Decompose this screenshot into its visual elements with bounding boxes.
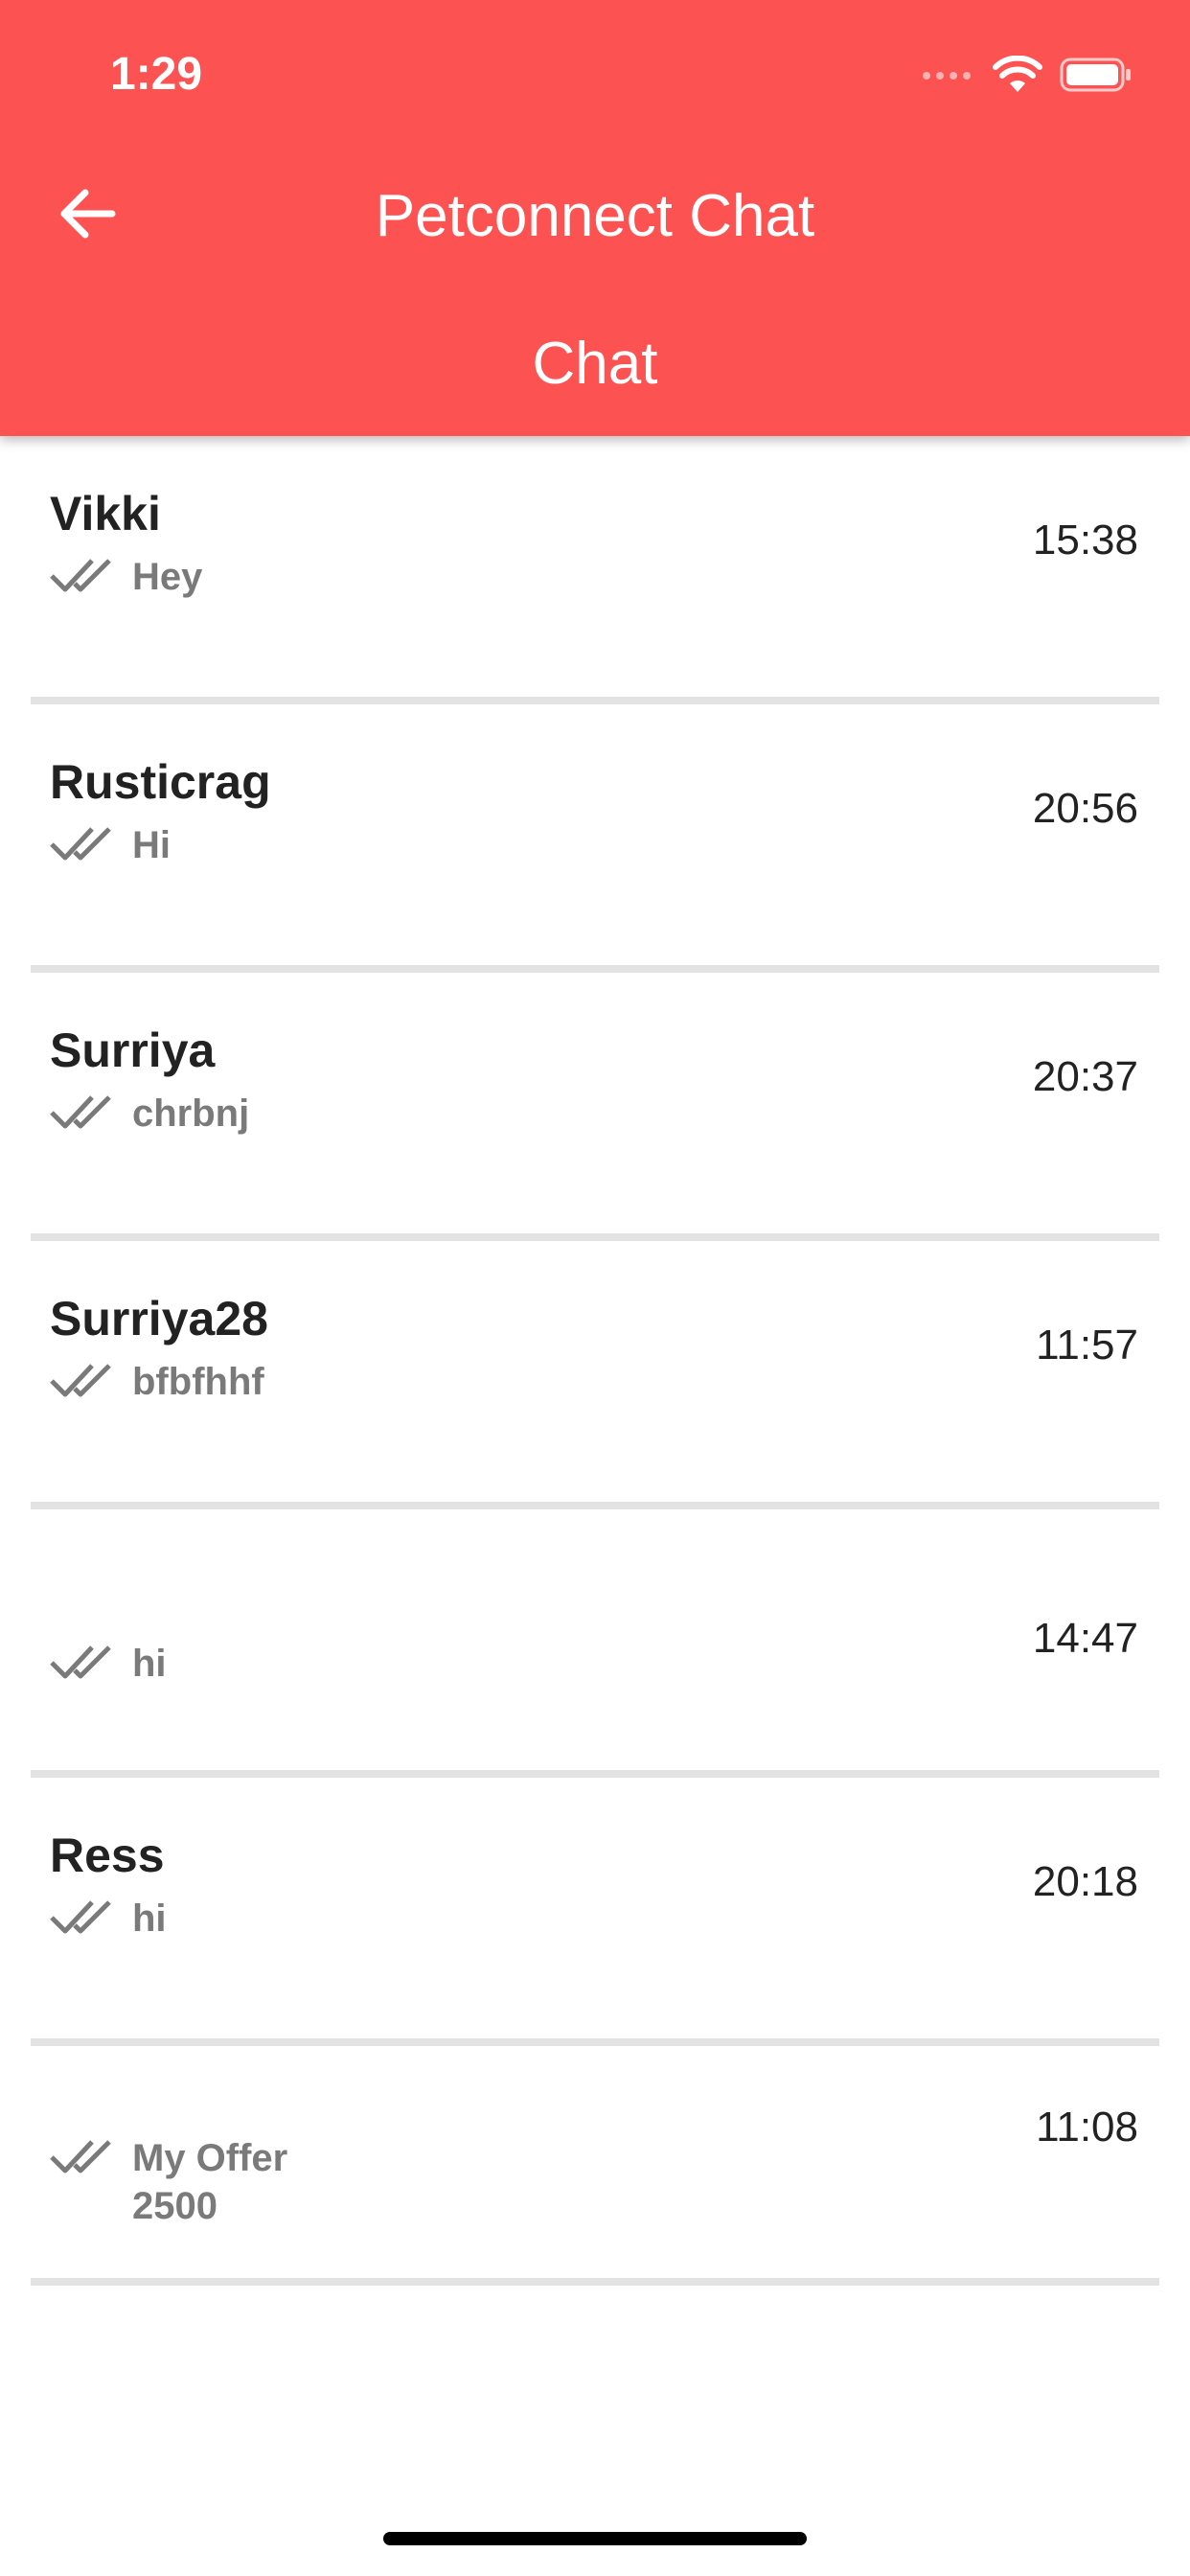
- chat-contact-name: Rusticrag: [50, 755, 271, 809]
- chat-list-item[interactable]: Ress hi 20:18: [0, 1778, 1190, 2046]
- chat-timestamp: 14:47: [1032, 1615, 1138, 1662]
- chat-preview: Hey: [50, 553, 202, 601]
- chat-contact-name: Ress: [50, 1828, 165, 1882]
- app-title: Petconnect Chat: [375, 183, 815, 249]
- chat-last-message: hi: [132, 1643, 167, 1685]
- chat-list-item[interactable]: Surriya28 bfbfhhf 11:57: [0, 1241, 1190, 1509]
- double-check-icon: [50, 1642, 119, 1682]
- chat-preview: Hi: [50, 821, 171, 869]
- list-divider: [31, 697, 1159, 704]
- double-check-icon: [50, 2136, 119, 2176]
- list-divider: [31, 2278, 1159, 2286]
- chat-list-screen: 1:29 Petconnect Chat Chat Vikki Hey 15:3…: [0, 0, 1190, 2576]
- chat-list-item[interactable]: Rusticrag Hi 20:56: [0, 704, 1190, 973]
- chat-list-item[interactable]: hi 14:47: [0, 1509, 1190, 1778]
- chat-last-message: chrbnj: [132, 1092, 250, 1135]
- status-bar-time: 1:29: [110, 49, 203, 100]
- chat-preview: My Offer 2500: [50, 2134, 287, 2230]
- chat-timestamp: 20:56: [1032, 785, 1138, 832]
- double-check-icon: [50, 1897, 119, 1937]
- chat-timestamp: 11:57: [1036, 1322, 1138, 1368]
- signal-icon: [922, 68, 975, 86]
- double-check-icon: [50, 823, 119, 863]
- chat-list-item[interactable]: Surriya chrbnj 20:37: [0, 973, 1190, 1241]
- chat-list-item[interactable]: My Offer 2500 11:08: [0, 2046, 1190, 2286]
- wifi-icon: [993, 55, 1042, 99]
- chat-preview: hi: [50, 1640, 167, 1688]
- chat-last-message: hi: [132, 1898, 167, 1940]
- double-check-icon: [50, 1360, 119, 1400]
- chat-last-message: My Offer 2500: [132, 2137, 288, 2227]
- status-bar-icons: [922, 55, 1133, 99]
- chat-timestamp: 20:37: [1032, 1053, 1138, 1100]
- tab-chat[interactable]: Chat: [0, 330, 1190, 398]
- list-divider: [31, 1770, 1159, 1778]
- chat-timestamp: 11:08: [1036, 2104, 1138, 2150]
- list-divider: [31, 965, 1159, 973]
- double-check-icon: [50, 555, 119, 595]
- chat-last-message: bfbfhhf: [132, 1361, 264, 1403]
- chat-timestamp: 15:38: [1032, 517, 1138, 564]
- chat-list: Vikki Hey 15:38 Rusticrag Hi 20:56 Surri…: [0, 436, 1190, 2286]
- list-divider: [31, 2038, 1159, 2046]
- chat-contact-name: Surriya28: [50, 1292, 268, 1346]
- double-check-icon: [50, 1092, 119, 1132]
- list-divider: [31, 1502, 1159, 1509]
- chat-contact-name: Vikki: [50, 487, 161, 540]
- chat-last-message: Hey: [132, 556, 203, 598]
- battery-icon: [1060, 57, 1133, 98]
- chat-contact-name: Surriya: [50, 1024, 216, 1077]
- home-indicator[interactable]: [383, 2532, 807, 2545]
- list-divider: [31, 1233, 1159, 1241]
- chat-timestamp: 20:18: [1032, 1858, 1138, 1905]
- chat-last-message: Hi: [132, 824, 171, 866]
- chat-preview: bfbfhhf: [50, 1358, 264, 1406]
- app-header: 1:29 Petconnect Chat Chat: [0, 0, 1190, 436]
- chat-preview: chrbnj: [50, 1090, 249, 1138]
- chat-list-item[interactable]: Vikki Hey 15:38: [0, 436, 1190, 704]
- chat-preview: hi: [50, 1895, 167, 1943]
